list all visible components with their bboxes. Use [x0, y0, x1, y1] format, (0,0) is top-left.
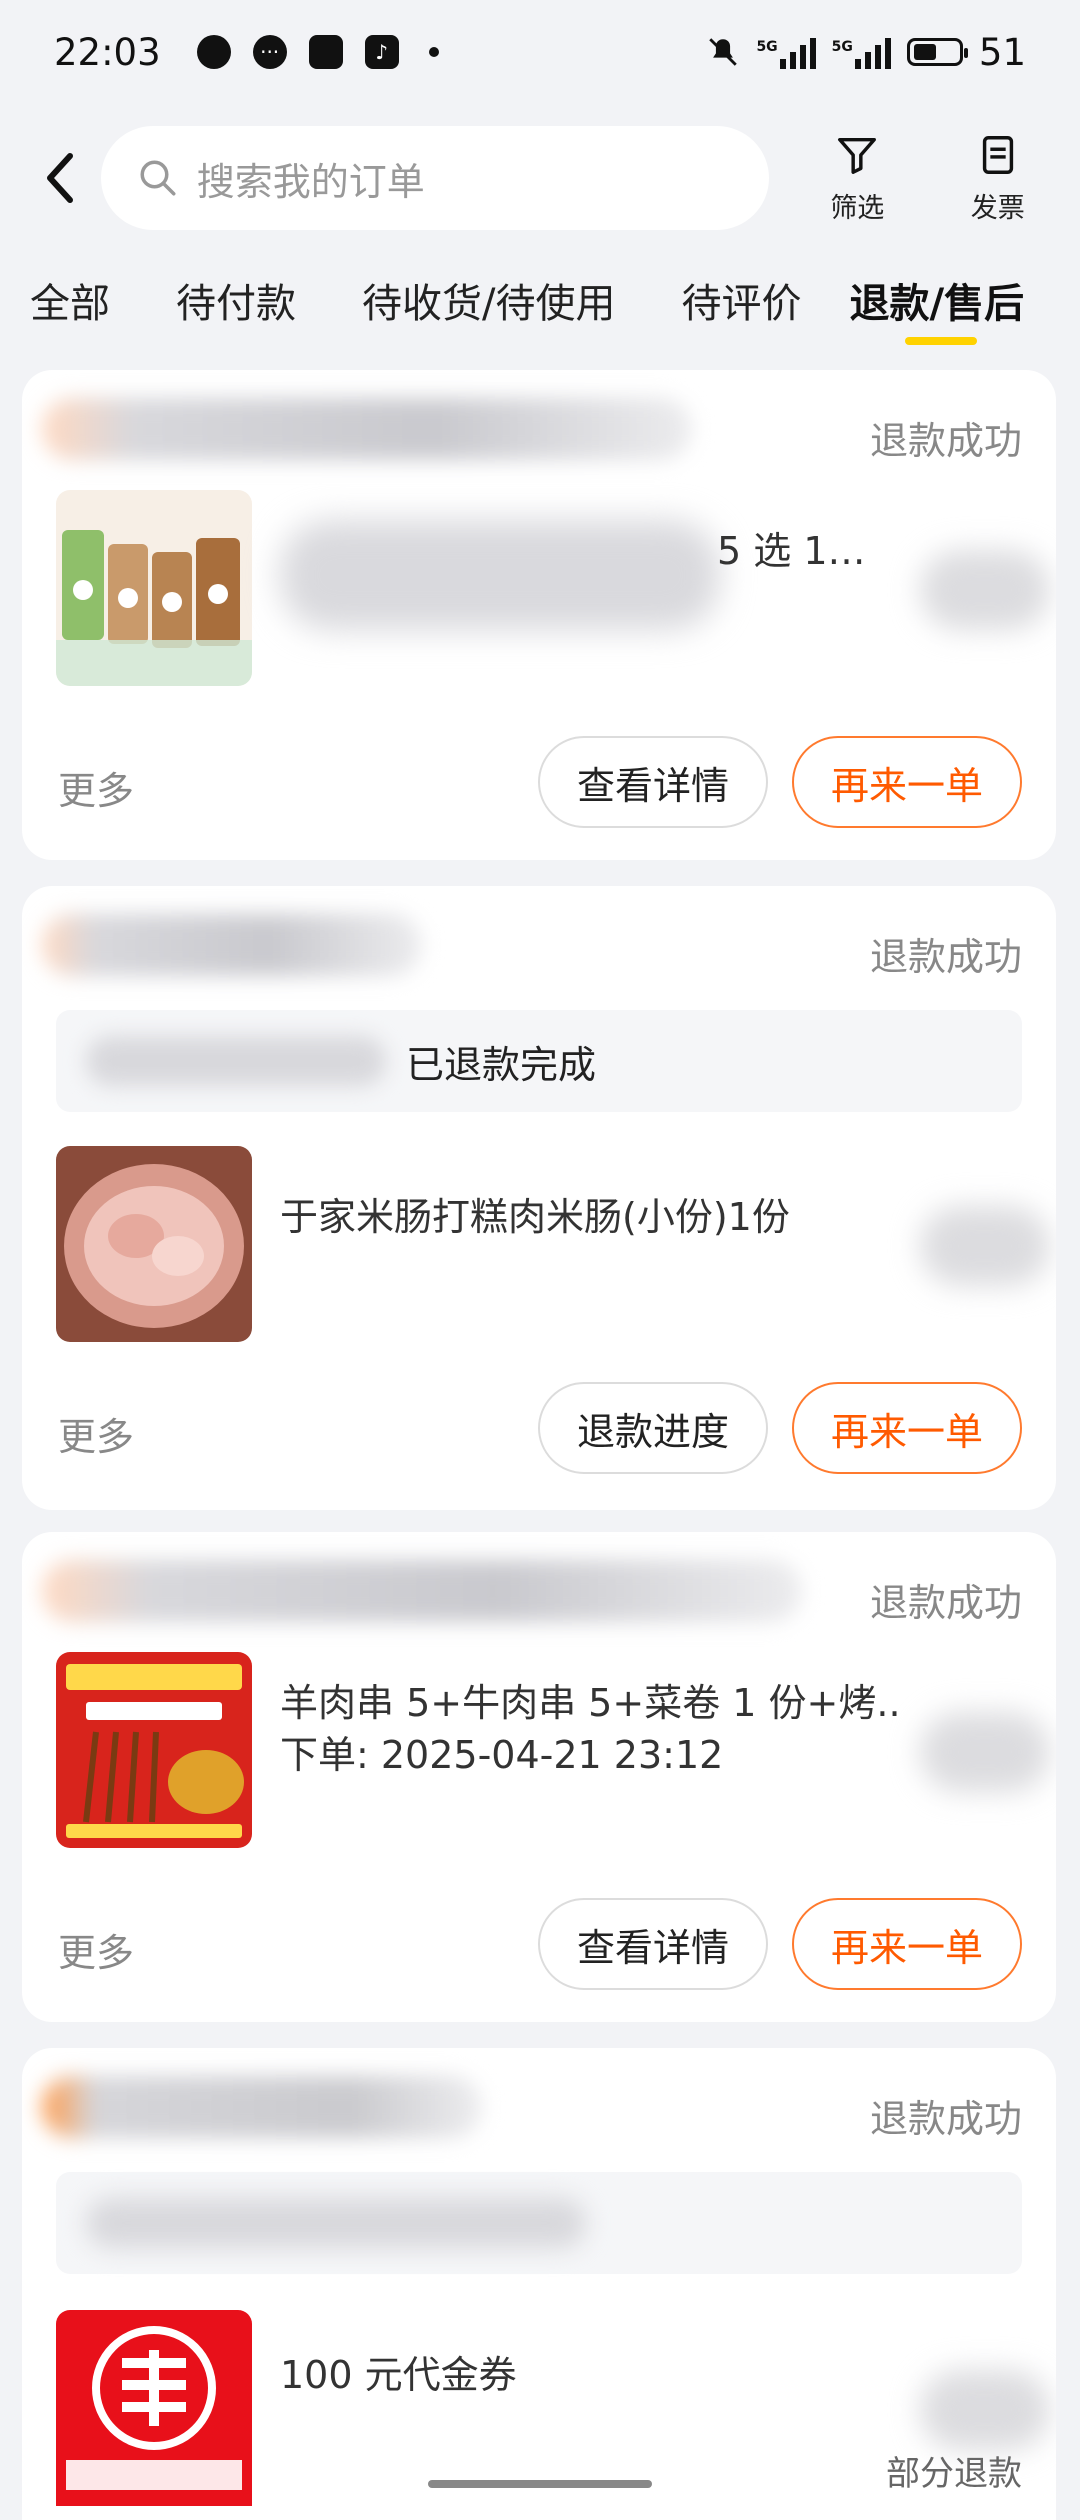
tab-pending-receipt[interactable]: 待收货/待使用: [362, 271, 615, 329]
reorder-button[interactable]: 再来一单: [792, 736, 1022, 828]
tab-pending-payment[interactable]: 待付款: [176, 271, 296, 329]
search-placeholder: 搜索我的订单: [196, 159, 425, 204]
order-actions: 更多 查看详情 再来一单: [22, 736, 1056, 832]
product-title: 羊肉串 5+牛肉串 5+菜卷 1 份+烤..: [280, 1681, 901, 1725]
search-icon: [140, 160, 176, 196]
order-status: 退款成功: [869, 1581, 1022, 1625]
order-actions: 更多 查看详情 再来一单: [22, 1898, 1056, 1994]
back-button[interactable]: [30, 146, 91, 210]
order-status: 退款成功: [869, 935, 1022, 979]
order-status: 退款成功: [869, 419, 1022, 463]
home-indicator[interactable]: [428, 2480, 652, 2488]
order-card[interactable]: 退款成功 5 选 1… 更多 查看详情 再来一单: [22, 370, 1056, 860]
product-title: 5 选 1…: [717, 529, 866, 573]
store-row[interactable]: 退款成功: [22, 1532, 1056, 1652]
more-link[interactable]: 更多: [58, 760, 134, 815]
mute-bell-icon: [709, 38, 738, 66]
price-redacted: [920, 1206, 1050, 1286]
order-actions: 更多 退款进度 再来一单: [22, 1382, 1056, 1478]
order-time: 下单: 2025-04-21 23:12: [280, 1733, 724, 1777]
store-name-redacted: [42, 2076, 482, 2138]
more-link[interactable]: 更多: [58, 1922, 134, 1977]
store-row[interactable]: 退款成功: [22, 2048, 1056, 2168]
store-row[interactable]: 退款成功: [22, 886, 1056, 1006]
refund-amount-redacted: [86, 1036, 386, 1086]
store-row[interactable]: 退款成功: [22, 370, 1056, 490]
reorder-button[interactable]: 再来一单: [792, 1898, 1022, 1990]
title-redacted: [280, 520, 720, 630]
order-tabs: 全部 待付款 待收货/待使用 待评价 退款/售后: [0, 260, 1080, 345]
tab-all[interactable]: 全部: [30, 271, 110, 329]
refund-progress-button[interactable]: 退款进度: [538, 1382, 768, 1474]
notification-app-icon: [196, 35, 231, 69]
battery-icon: [906, 38, 968, 66]
tab-pending-review[interactable]: 待评价: [681, 271, 801, 329]
qq-icon: [308, 35, 343, 69]
status-bar: 22:03 ··· ♪ 5G 5G 51: [0, 0, 1080, 104]
product-thumbnail: [56, 1652, 252, 1848]
tiktok-icon: ♪: [364, 35, 399, 69]
message-icon: ···: [252, 35, 287, 69]
reorder-button[interactable]: 再来一单: [792, 1382, 1022, 1474]
refund-notice-text: 已退款完成: [406, 1042, 597, 1087]
order-card[interactable]: 退款成功 羊肉串 5+牛肉串 5+菜卷 1 份+烤.. 下单: 2025-04-…: [22, 1532, 1056, 2022]
price-redacted: [920, 550, 1050, 630]
store-name-redacted: [42, 398, 692, 460]
product-row[interactable]: 于家米肠打糕肉米肠(小份)1份: [22, 1146, 1056, 1346]
order-card[interactable]: 退款成功 100 元代金券 部分退款: [22, 2048, 1056, 2520]
refund-notice: [56, 2172, 1022, 2274]
refund-notice-redacted: [86, 2198, 586, 2248]
price-redacted: [920, 1712, 1050, 1792]
search-input[interactable]: 搜索我的订单: [100, 126, 770, 230]
view-details-button[interactable]: 查看详情: [538, 1898, 768, 1990]
more-link[interactable]: 更多: [58, 1406, 134, 1461]
product-title: 100 元代金券: [280, 2353, 517, 2397]
product-row[interactable]: 5 选 1…: [22, 490, 1056, 690]
filter-button[interactable]: 筛选: [805, 132, 909, 225]
product-title: 于家米肠打糕肉米肠(小份)1份: [280, 1195, 790, 1239]
partial-refund-tag: 部分退款: [886, 2454, 1022, 2494]
signal-icon-1: 5G: [756, 35, 816, 69]
status-time: 22:03: [54, 30, 161, 74]
product-row[interactable]: 100 元代金券 部分退款: [22, 2310, 1056, 2520]
product-thumbnail: [56, 490, 252, 686]
product-thumbnail: [56, 2310, 252, 2506]
chevron-left-icon: [47, 153, 74, 203]
filter-label: 筛选: [830, 192, 885, 224]
filter-icon: [838, 137, 877, 174]
order-card[interactable]: 退款成功 已退款完成 于家米肠打糕肉米肠(小份)1份 更多 退款进度 再来一单: [22, 886, 1056, 1510]
invoice-icon: [982, 135, 1013, 174]
invoice-label: 发票: [970, 192, 1025, 224]
invoice-button[interactable]: 发票: [946, 132, 1050, 225]
store-name-redacted: [42, 1560, 802, 1622]
price-redacted: [920, 2370, 1050, 2450]
order-status: 退款成功: [869, 2097, 1022, 2141]
header: 搜索我的订单 筛选 发票: [0, 118, 1080, 238]
refund-notice: 已退款完成: [56, 1010, 1022, 1112]
signal-icon-2: 5G: [832, 35, 891, 69]
view-details-button[interactable]: 查看详情: [538, 736, 768, 828]
product-row[interactable]: 羊肉串 5+牛肉串 5+菜卷 1 份+烤.. 下单: 2025-04-21 23…: [22, 1652, 1056, 1852]
tab-refund-aftersale[interactable]: 退款/售后: [849, 271, 1024, 345]
battery-level: 51: [978, 30, 1026, 74]
more-notifications-dot: [428, 47, 439, 57]
store-name-redacted: [42, 914, 422, 976]
product-thumbnail: [56, 1146, 252, 1342]
